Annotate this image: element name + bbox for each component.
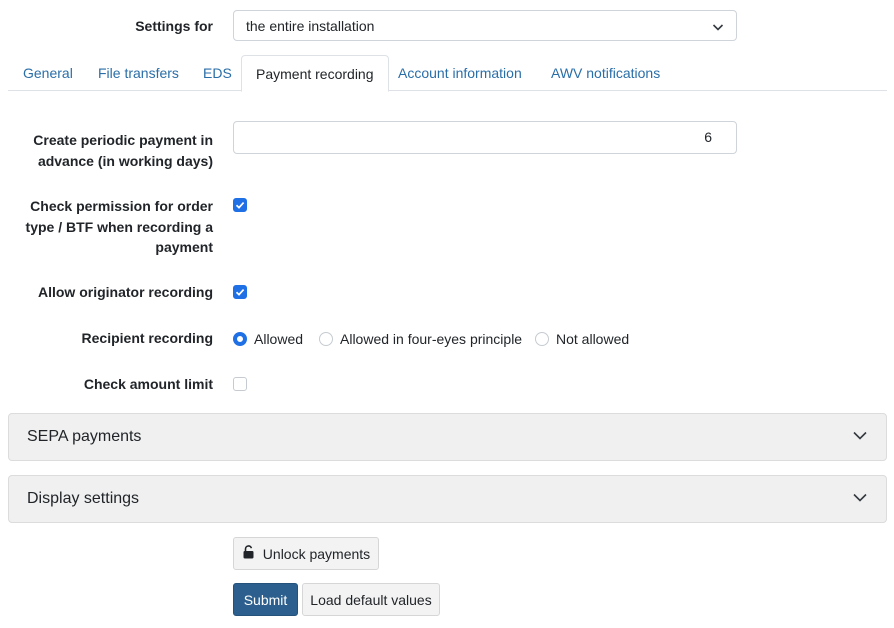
periodic-payment-label-line2: advance (in working days) (37, 153, 213, 169)
sepa-payments-title: SEPA payments (27, 428, 142, 445)
radio-not-allowed[interactable]: Not allowed (535, 331, 629, 347)
tab-payment-recording[interactable]: Payment recording (241, 55, 389, 92)
radio-four-eyes-label: Allowed in four-eyes principle (340, 331, 523, 347)
radio-allowed-label: Allowed (254, 331, 304, 347)
tab-account-information[interactable]: Account information (384, 55, 536, 91)
check-permission-label: Check permission for order type / BTF wh… (20, 196, 213, 258)
check-amount-limit-checkbox[interactable] (233, 377, 247, 391)
checkmark-icon (235, 202, 245, 209)
tab-awv-notifications[interactable]: AWV notifications (537, 55, 674, 91)
chevron-down-icon (852, 427, 868, 448)
radio-allowed[interactable]: Allowed (233, 331, 303, 347)
display-settings-accordion[interactable]: Display settings (8, 475, 887, 523)
submit-label: Submit (243, 591, 288, 608)
load-default-values-button[interactable]: Load default values (302, 583, 440, 616)
load-default-values-label: Load default values (310, 591, 432, 608)
check-permission-checkbox[interactable] (233, 198, 247, 212)
tab-general[interactable]: General (9, 55, 87, 91)
settings-for-value: the entire installation (246, 17, 375, 34)
unlock-icon (242, 545, 256, 562)
radio-allowed-dot[interactable] (233, 332, 247, 346)
unlock-payments-button[interactable]: Unlock payments (233, 537, 379, 570)
unlock-payments-label: Unlock payments (262, 545, 371, 562)
periodic-payment-days-input[interactable]: 6 (233, 121, 737, 154)
allow-originator-checkbox[interactable] (233, 285, 247, 299)
recipient-recording-label: Recipient recording (81, 330, 213, 346)
check-permission-label-line3: payment (155, 239, 213, 255)
settings-tabs: General File transfers EDS Payment recor… (8, 55, 887, 92)
tab-file-transfers[interactable]: File transfers (84, 55, 193, 91)
check-permission-label-line1: Check permission for order (30, 198, 213, 214)
periodic-payment-label-line1: Create periodic payment in (33, 132, 213, 148)
radio-not-allowed-label: Not allowed (556, 331, 630, 347)
radio-four-eyes-dot[interactable] (319, 332, 333, 346)
check-permission-label-line2: type / BTF when recording a (25, 218, 213, 235)
chevron-down-icon (712, 20, 724, 32)
display-settings-title: Display settings (27, 490, 140, 507)
radio-four-eyes[interactable]: Allowed in four-eyes principle (319, 331, 522, 347)
check-amount-limit-label: Check amount limit (83, 376, 213, 392)
submit-button[interactable]: Submit (233, 583, 298, 616)
sepa-payments-accordion[interactable]: SEPA payments (8, 413, 887, 461)
tab-eds[interactable]: EDS (189, 55, 246, 91)
settings-for-select[interactable]: the entire installation (233, 10, 737, 41)
settings-for-label: Settings for (135, 18, 213, 34)
allow-originator-label: Allow originator recording (37, 284, 213, 300)
radio-not-allowed-dot[interactable] (535, 332, 549, 346)
checkmark-icon (235, 289, 245, 296)
periodic-payment-label: Create periodic payment in advance (in w… (20, 130, 213, 172)
chevron-down-icon (852, 489, 868, 510)
